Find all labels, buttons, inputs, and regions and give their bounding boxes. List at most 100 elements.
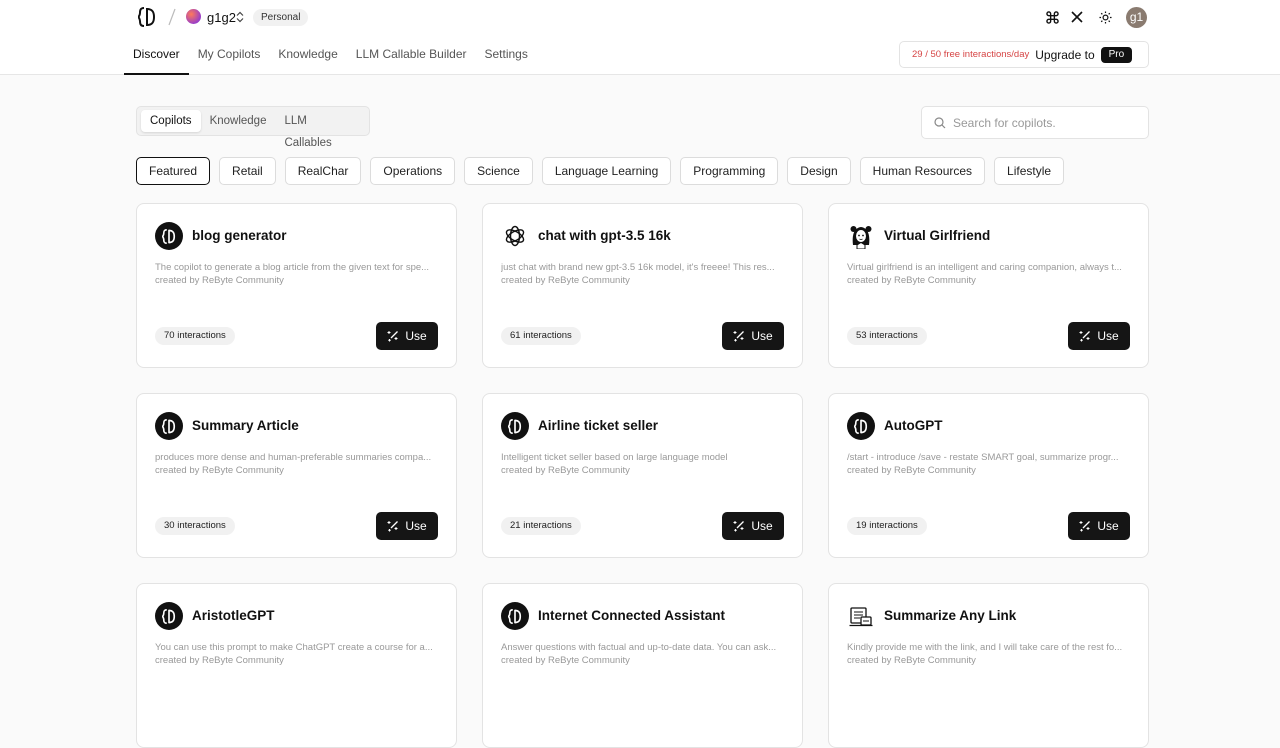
card-description: produces more dense and human-preferable…: [155, 452, 432, 463]
interactions-badge: 19 interactions: [847, 517, 927, 535]
copilot-grid: blog generator The copilot to generate a…: [136, 203, 1149, 748]
copilot-card[interactable]: Summary Article produces more dense and …: [136, 393, 457, 558]
rebyte-logo-icon: [501, 412, 529, 440]
card-title: chat with gpt-3.5 16k: [538, 228, 671, 243]
card-author: created by ReByte Community: [501, 275, 630, 286]
workspace-name[interactable]: g1g2: [207, 10, 236, 25]
category-language-learning[interactable]: Language Learning: [541, 157, 672, 185]
nav-llm-callable-builder[interactable]: LLM Callable Builder: [347, 40, 476, 75]
content-type-tabs: Copilots Knowledge LLM Callables: [136, 106, 370, 149]
card-author: created by ReByte Community: [155, 275, 284, 286]
category-design[interactable]: Design: [787, 157, 851, 185]
tab-llm-callables[interactable]: LLM Callables: [275, 110, 365, 149]
card-author: created by ReByte Community: [501, 465, 630, 476]
pro-badge: Pro: [1100, 46, 1133, 63]
category-realchar[interactable]: RealChar: [284, 157, 362, 185]
separator-slash-icon: [168, 8, 176, 26]
copilot-card[interactable]: Airline ticket seller Intelligent ticket…: [482, 393, 803, 558]
girl-avatar-icon: [847, 222, 875, 250]
category-human-resources[interactable]: Human Resources: [859, 157, 986, 185]
category-filter: Featured Retail RealChar Operations Scie…: [136, 157, 1065, 185]
card-title: Virtual Girlfriend: [884, 228, 991, 243]
use-button-label: Use: [405, 519, 427, 533]
interactions-badge: 30 interactions: [155, 517, 235, 535]
card-author: created by ReByte Community: [847, 465, 976, 476]
copilot-card[interactable]: Virtual Girlfriend Virtual girlfriend is…: [828, 203, 1149, 368]
card-author: created by ReByte Community: [155, 465, 284, 476]
openai-icon: [501, 222, 529, 250]
category-operations[interactable]: Operations: [370, 157, 456, 185]
nav-settings[interactable]: Settings: [476, 40, 537, 75]
magic-wand-icon: [733, 521, 745, 532]
use-button-label: Use: [751, 519, 773, 533]
interactions-badge: 70 interactions: [155, 327, 235, 345]
magic-wand-icon: [1079, 331, 1091, 342]
category-science[interactable]: Science: [464, 157, 533, 185]
use-button-label: Use: [751, 329, 773, 343]
chevron-up-down-icon[interactable]: [235, 11, 245, 23]
upgrade-quota-button[interactable]: 29 / 50 free interactions/day Upgrade to…: [899, 41, 1149, 68]
search-input[interactable]: [953, 115, 1133, 130]
nav-discover[interactable]: Discover: [124, 40, 189, 75]
copilot-card[interactable]: chat with gpt-3.5 16k just chat with bra…: [482, 203, 803, 368]
magic-wand-icon: [387, 331, 399, 342]
use-button[interactable]: Use: [376, 512, 438, 540]
workspace-badge: Personal: [253, 9, 309, 26]
magic-wand-icon: [387, 521, 399, 532]
rebyte-logo-icon[interactable]: [138, 7, 156, 27]
card-title: Summarize Any Link: [884, 608, 1017, 623]
card-description: The copilot to generate a blog article f…: [155, 262, 430, 273]
x-twitter-icon[interactable]: [1068, 8, 1086, 26]
top-header: g1g2 Personal g1 Discover My Copilots Kn…: [0, 0, 1280, 75]
category-retail[interactable]: Retail: [219, 157, 276, 185]
main-nav: Discover My Copilots Knowledge LLM Calla…: [124, 40, 537, 75]
use-button[interactable]: Use: [376, 322, 438, 350]
use-button[interactable]: Use: [1068, 512, 1130, 540]
card-description: /start - introduce /save - restate SMART…: [847, 452, 1119, 463]
nav-my-copilots[interactable]: My Copilots: [189, 40, 270, 75]
magic-wand-icon: [733, 331, 745, 342]
card-description: Kindly provide me with the link, and I w…: [847, 642, 1123, 653]
rebyte-logo-icon: [155, 412, 183, 440]
use-button[interactable]: Use: [722, 322, 784, 350]
workspace-avatar[interactable]: [186, 9, 201, 24]
upgrade-label: Upgrade to: [1035, 47, 1095, 62]
copilot-card[interactable]: blog generator The copilot to generate a…: [136, 203, 457, 368]
use-button-label: Use: [405, 329, 427, 343]
card-title: blog generator: [192, 228, 287, 243]
use-button-label: Use: [1097, 329, 1119, 343]
quota-text: 29 / 50 free interactions/day: [912, 49, 1030, 60]
category-programming[interactable]: Programming: [680, 157, 779, 185]
card-author: created by ReByte Community: [847, 275, 976, 286]
card-description: You can use this prompt to make ChatGPT …: [155, 642, 433, 653]
card-author: created by ReByte Community: [501, 655, 630, 666]
interactions-badge: 21 interactions: [501, 517, 581, 535]
card-title: AristotleGPT: [192, 608, 275, 623]
card-author: created by ReByte Community: [155, 655, 284, 666]
use-button[interactable]: Use: [1068, 322, 1130, 350]
card-description: just chat with brand new gpt-3.5 16k mod…: [501, 262, 775, 273]
sun-theme-icon[interactable]: [1096, 8, 1114, 26]
category-lifestyle[interactable]: Lifestyle: [994, 157, 1065, 185]
command-icon[interactable]: [1043, 8, 1061, 26]
card-description: Answer questions with factual and up-to-…: [501, 642, 777, 653]
nav-knowledge[interactable]: Knowledge: [269, 40, 346, 75]
search-icon: [934, 116, 946, 128]
search-box: [921, 106, 1149, 139]
rebyte-logo-icon: [155, 602, 183, 630]
user-avatar[interactable]: g1: [1126, 7, 1147, 28]
card-title: Internet Connected Assistant: [538, 608, 726, 623]
rebyte-logo-icon: [155, 222, 183, 250]
category-featured[interactable]: Featured: [136, 157, 211, 185]
interactions-badge: 53 interactions: [847, 327, 927, 345]
tab-copilots[interactable]: Copilots: [141, 110, 201, 132]
interactions-badge: 61 interactions: [501, 327, 581, 345]
copilot-card[interactable]: AutoGPT /start - introduce /save - resta…: [828, 393, 1149, 558]
card-description: Intelligent ticket seller based on large…: [501, 452, 728, 463]
tab-knowledge[interactable]: Knowledge: [201, 110, 276, 132]
rebyte-logo-icon: [847, 412, 875, 440]
magic-wand-icon: [1079, 521, 1091, 532]
use-button[interactable]: Use: [722, 512, 784, 540]
card-title: Summary Article: [192, 418, 299, 433]
card-description: Virtual girlfriend is an intelligent and…: [847, 262, 1122, 273]
